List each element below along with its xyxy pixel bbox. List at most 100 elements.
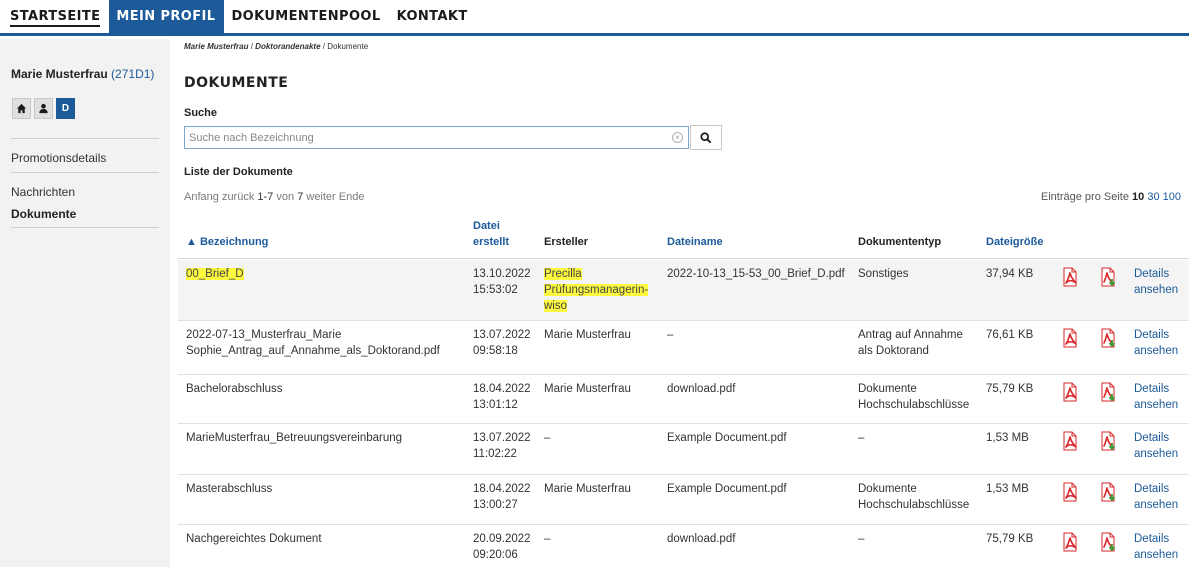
breadcrumb-item-profile[interactable]: Marie Musterfrau (184, 42, 248, 51)
details-link[interactable]: Details ansehen (1134, 381, 1178, 413)
pdf-download-icon[interactable] (1099, 532, 1117, 552)
per-page-option-10[interactable]: 10 (1132, 191, 1144, 203)
highlighted-text: 00_Brief_D (186, 268, 244, 280)
pdf-download-icon[interactable] (1099, 482, 1117, 502)
cell-line: Precilla (544, 266, 648, 282)
nav-startseite[interactable]: STARTSEITE (3, 0, 109, 33)
cell-line: 1,53 MB (986, 483, 1029, 495)
cell-dokumententyp: Sonstiges (858, 266, 909, 282)
user-id: (271D1) (111, 67, 155, 81)
per-page-option-30[interactable]: 30 (1147, 191, 1159, 203)
cell-ersteller: Marie Musterfrau (544, 327, 631, 343)
list-label: Liste der Dokumente (184, 166, 293, 178)
column-header-datei-erstellt[interactable]: Datei erstellt (473, 218, 509, 250)
home-button[interactable] (12, 98, 31, 119)
cell-line: Sonstiges (858, 268, 909, 280)
cell-line: 75,79 KB (986, 383, 1034, 395)
cell-dateiname: 2022-10-13_15-53_00_Brief_D.pdf (667, 266, 845, 282)
cell-line: Details (1134, 483, 1170, 495)
cell-bezeichnung: 00_Brief_D (186, 266, 244, 282)
cell-dateiname: Example Document.pdf (667, 430, 787, 446)
details-link[interactable]: Details ansehen (1134, 531, 1178, 563)
cell-dokumententyp: Antrag auf Annahme als Doktorand (858, 327, 963, 359)
cell-dokumententyp: – (858, 430, 864, 446)
cell-datei-erstellt: 20.09.2022 09:20:06 (473, 531, 531, 563)
cell-line: ansehen (1134, 284, 1179, 296)
search-button[interactable] (690, 125, 722, 150)
column-header-dateiname[interactable]: Dateiname (667, 234, 723, 250)
cell-bezeichnung: Bachelorabschluss (186, 381, 283, 397)
pdf-download-icon[interactable] (1099, 382, 1117, 402)
cell-bezeichnung: Masterabschluss (186, 481, 272, 497)
details-link[interactable]: Details ansehen (1134, 327, 1178, 359)
cell-line: 76,61 KB (986, 329, 1034, 341)
nav-dokumentenpool[interactable]: DOKUMENTENPOOL (224, 0, 389, 33)
cell-line: – (858, 533, 865, 545)
cell-datei-erstellt: 13.07.2022 11:02:22 (473, 430, 531, 462)
cell-line: 11:02:22 (473, 448, 517, 460)
cell-line: – (858, 432, 865, 444)
cell-line: ansehen (1134, 399, 1179, 411)
pdf-icon[interactable] (1061, 482, 1079, 502)
sidebar-item-dokumente[interactable]: Dokumente (11, 207, 76, 221)
pdf-download-icon[interactable] (1099, 431, 1117, 451)
column-header-bezeichnung[interactable]: ▲ Bezeichnung (186, 234, 268, 250)
details-link[interactable]: Details ansehen (1134, 481, 1178, 513)
cell-dateigroesse: 76,61 KB (986, 327, 1033, 343)
pdf-download-icon[interactable] (1099, 267, 1117, 287)
nav-mein-profil[interactable]: MEIN PROFIL (109, 0, 225, 33)
sidebar-item-promotionsdetails[interactable]: Promotionsdetails (11, 151, 106, 165)
pagination: Anfang zurück 1-7 von 7 weiter Ende (184, 191, 364, 203)
per-page-option-100[interactable]: 100 (1163, 191, 1181, 203)
pdf-icon[interactable] (1061, 328, 1079, 348)
person-button[interactable] (34, 98, 53, 119)
breadcrumb-item-doktorandenakte[interactable]: Doktorandenakte (255, 42, 320, 51)
clear-search-icon[interactable]: × (672, 132, 683, 143)
details-link[interactable]: Details ansehen (1134, 430, 1178, 462)
pdf-icon[interactable] (1061, 267, 1079, 287)
cell-datei-erstellt: 13.10.2022 15:53:02 (473, 266, 531, 298)
pager-prev[interactable]: zurück (222, 191, 254, 203)
pager-last[interactable]: Ende (339, 191, 365, 203)
pager-range: 1-7 (257, 191, 274, 203)
page-title: DOKUMENTE (184, 75, 289, 91)
search-icon (700, 131, 712, 143)
cell-line: 13:01:12 (473, 399, 518, 411)
pdf-icon[interactable] (1061, 431, 1079, 451)
cell-dateigroesse: 75,79 KB (986, 531, 1033, 547)
cell-dateiname: download.pdf (667, 531, 735, 547)
column-header-dateigroesse[interactable]: Dateigröße (986, 234, 1043, 250)
details-link[interactable]: Details ansehen (1134, 266, 1178, 298)
cell-ersteller: Precilla Prüfungsmanagerin-wiso (544, 266, 649, 314)
sidebar-divider (11, 138, 159, 139)
documents-d-button[interactable]: D (56, 98, 75, 119)
cell-dateigroesse: 37,94 KB (986, 266, 1033, 282)
sidebar-item-nachrichten[interactable]: Nachrichten (11, 185, 75, 199)
breadcrumb: Marie Musterfrau / Doktorandenakte / Dok… (184, 42, 369, 51)
cell-ersteller: Marie Musterfrau (544, 481, 631, 497)
pdf-download-icon[interactable] (1099, 328, 1117, 348)
pdf-icon[interactable] (1061, 532, 1079, 552)
search-input[interactable] (185, 127, 655, 148)
cell-line: 13.07.2022 (473, 432, 531, 444)
cell-datei-erstellt: 13.07.2022 09:58:18 (473, 327, 531, 359)
person-icon (39, 103, 48, 114)
pager-next[interactable]: weiter (306, 191, 335, 203)
cell-ersteller: – (544, 430, 550, 446)
home-icon (16, 103, 27, 114)
highlighted-text: wiso (544, 300, 568, 312)
cell-datei-erstellt: 18.04.2022 13:00:27 (473, 481, 531, 513)
nav-kontakt[interactable]: KONTAKT (390, 0, 477, 33)
breadcrumb-item-current: Dokumente (327, 42, 369, 51)
cell-line: wiso (544, 298, 648, 314)
per-page-selector: Einträge pro Seite 10 30 100 (1040, 191, 1181, 203)
cell-line: Hochschulabschlüsse (858, 499, 970, 511)
cell-line: ansehen (1134, 499, 1179, 511)
profile-icon-buttons: D (12, 98, 75, 119)
pdf-icon[interactable] (1061, 382, 1079, 402)
pager-of: von (276, 191, 295, 203)
cell-dateiname: download.pdf (667, 381, 735, 397)
table-header: ▲ Bezeichnung Datei erstellt Ersteller D… (178, 212, 1189, 259)
cell-bezeichnung: Nachgereichtes Dokument (186, 531, 322, 547)
pager-first[interactable]: Anfang (184, 191, 219, 203)
